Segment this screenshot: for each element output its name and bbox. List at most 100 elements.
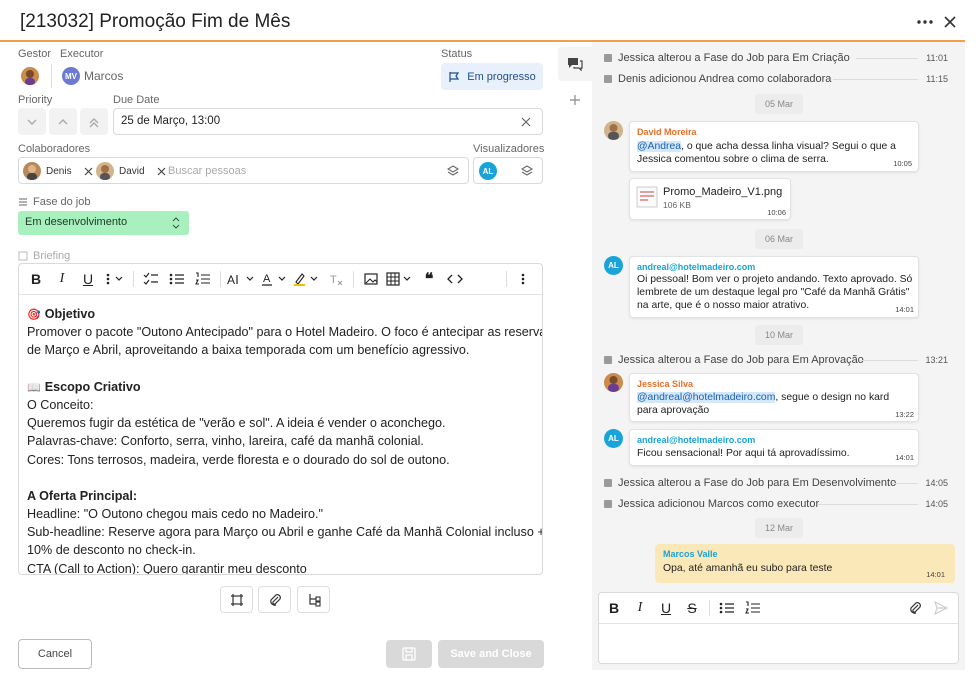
table-icon[interactable]	[384, 272, 416, 286]
date-separator: 10 Mar	[755, 325, 803, 345]
font-size-icon[interactable]: A	[225, 272, 259, 286]
gestor-avatar[interactable]	[21, 67, 39, 85]
avatar	[96, 162, 114, 180]
editor-text: Cores: Tons terrosos, madeira, verde flo…	[27, 452, 450, 467]
activity-event: Jessica alterou a Fase do Job para Em Cr…	[604, 52, 850, 64]
more-horizontal-icon[interactable]	[914, 14, 936, 30]
event-line	[818, 504, 918, 505]
editor-heading: Objetivo	[44, 307, 96, 321]
file-attachment[interactable]: Promo_Madeiro_V1.png 106 KB 10:06	[629, 178, 791, 220]
phase-header: Fase do job	[18, 196, 90, 208]
more-format-button[interactable]	[101, 272, 129, 286]
subtask-button[interactable]	[297, 586, 330, 613]
editor-toolbar: B I U A A T ❝	[19, 264, 542, 295]
italic-button[interactable]: I	[49, 271, 75, 287]
phase-value: Em desenvolvimento	[25, 216, 128, 228]
sender-name: andreal@hotelmadeiro.com	[637, 262, 756, 272]
layers-icon[interactable]	[447, 165, 459, 177]
event-line	[856, 58, 918, 59]
job-modal: [213032] Promoção Fim de Mês Gestor Exec…	[0, 0, 980, 681]
editor-line: Headline: "O Outono chegou mais cedo no …	[27, 505, 542, 523]
editor-line: Cores: Tons terrosos, madeira, verde flo…	[27, 451, 542, 469]
checklist-icon[interactable]	[138, 272, 164, 286]
priority-medium-button[interactable]	[49, 108, 77, 135]
numbered-list-icon[interactable]	[190, 272, 216, 286]
sender-name: Marcos Valle	[663, 549, 718, 559]
comments-tab[interactable]	[558, 47, 592, 81]
own-message-bubble: Marcos Valle Opa, até amanhã eu subo par…	[655, 544, 955, 583]
svg-text:A: A	[227, 273, 235, 286]
message-time: 14:01	[926, 570, 945, 579]
image-icon[interactable]	[358, 273, 384, 285]
priority-high-button[interactable]	[80, 108, 108, 135]
event-line	[892, 483, 918, 484]
underline-button[interactable]: U	[653, 600, 679, 616]
colab-chip: David	[96, 160, 166, 182]
bullet-list-icon[interactable]	[164, 272, 190, 286]
briefing-editor[interactable]: B I U A A T ❝ 🎯 Objetivo Promover o pacote…	[18, 263, 543, 575]
paperclip-icon[interactable]	[902, 601, 928, 615]
remove-icon[interactable]	[84, 167, 93, 176]
event-text: Jessica adicionou Marcos como executor	[618, 498, 820, 510]
strikethrough-button[interactable]: S	[679, 600, 705, 616]
save-and-close-button[interactable]: Save and Close	[438, 640, 544, 668]
remove-icon[interactable]	[157, 167, 166, 176]
resize-editor-button[interactable]	[220, 586, 253, 613]
bold-button[interactable]: B	[23, 271, 49, 287]
underline-button[interactable]: U	[75, 271, 101, 287]
mention[interactable]: @andreal@hotelmadeiro.com	[637, 392, 776, 403]
event-icon	[604, 500, 612, 508]
priority-low-button[interactable]	[18, 108, 46, 135]
editor-line: CTA (Call to Action): Quero garantir meu…	[27, 560, 542, 574]
quote-icon[interactable]: ❝	[416, 269, 442, 289]
colaboradores-input[interactable]: Denis David Buscar pessoas	[18, 157, 469, 184]
clear-format-icon[interactable]: T	[323, 272, 349, 286]
event-icon	[604, 54, 612, 62]
event-time: 11:15	[926, 74, 948, 84]
editor-content[interactable]: 🎯 Objetivo Promover o pacote "Outono Antec…	[27, 305, 542, 574]
editor-line: Sub-headline: Reserve agora para Março o…	[27, 523, 542, 541]
executor-avatar[interactable]: MV	[62, 67, 80, 85]
visualizadores-input[interactable]: AL	[473, 157, 543, 184]
highlight-icon[interactable]	[291, 272, 323, 286]
attach-button[interactable]	[258, 586, 291, 613]
comment-composer[interactable]: B I U S	[598, 592, 959, 664]
gestor-label: Gestor	[18, 48, 52, 60]
editor-text: de Março e Abril, aproveitando a baixa t…	[27, 343, 470, 358]
add-icon[interactable]	[568, 93, 582, 107]
visualizadores-label: Visualizadores	[473, 143, 545, 155]
code-icon[interactable]	[442, 273, 468, 285]
message-text: Opa, até amanhã eu subo para teste	[663, 563, 833, 574]
layers-icon[interactable]	[521, 165, 533, 177]
editor-line: O Conceito:	[27, 396, 542, 414]
event-text: Jessica alterou a Fase do Job para Em De…	[618, 477, 897, 489]
event-time: 13:21	[925, 355, 948, 365]
phase-select[interactable]: Em desenvolvimento	[18, 211, 189, 235]
close-icon[interactable]	[942, 14, 958, 30]
due-date-input[interactable]: 25 de Março, 13:00	[113, 108, 543, 135]
editor-line: de Março e Abril, aproveitando a baixa t…	[27, 341, 542, 359]
message-time: 14:01	[895, 453, 914, 462]
italic-button[interactable]: I	[627, 600, 653, 616]
editor-line: 🎯 Objetivo	[27, 305, 542, 323]
send-icon[interactable]	[928, 601, 954, 615]
double-chevron-up-icon	[89, 117, 99, 127]
bold-button[interactable]: B	[601, 600, 627, 616]
sender-name: David Moreira	[637, 127, 697, 137]
bullet-list-icon[interactable]	[714, 601, 740, 615]
editor-line: 10% de desconto no check-in.	[27, 541, 542, 559]
clear-icon[interactable]	[521, 117, 531, 127]
colab-name: Denis	[46, 165, 72, 177]
status-button[interactable]: Em progresso	[441, 63, 543, 90]
save-button[interactable]	[386, 640, 432, 668]
file-name: Promo_Madeiro_V1.png	[663, 186, 783, 198]
viewer-avatar: AL	[479, 162, 497, 180]
message-time: 14:01	[895, 305, 914, 314]
text-color-icon[interactable]: A	[259, 272, 291, 286]
more-vertical-icon[interactable]	[511, 272, 535, 286]
executor-name[interactable]: Marcos	[84, 69, 123, 83]
cancel-button[interactable]: Cancel	[18, 639, 92, 669]
numbered-list-icon[interactable]	[740, 601, 766, 615]
mention[interactable]: @Andrea	[637, 141, 682, 152]
